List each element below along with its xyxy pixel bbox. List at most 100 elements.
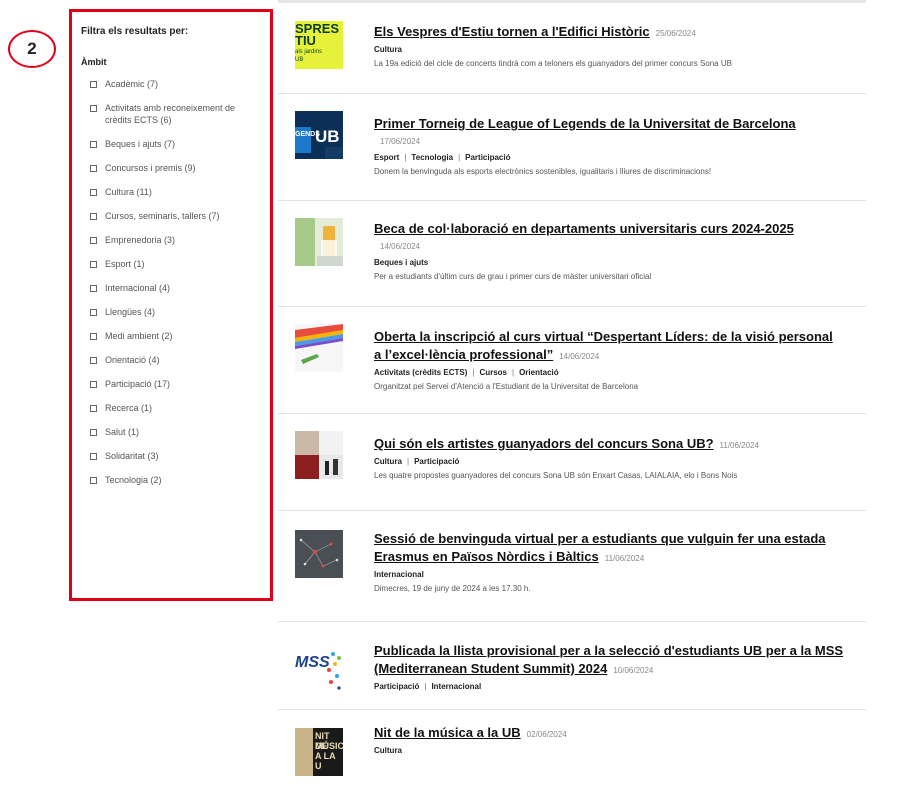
checkbox[interactable] [90,381,97,388]
news-title[interactable]: Els Vespres d'Estiu tornen a l'Edifici H… [374,24,650,39]
checkbox[interactable] [90,309,97,316]
news-tag[interactable]: Cultura [374,457,402,466]
news-tag[interactable]: Cultura [374,45,402,54]
tag-separator: | [458,153,461,162]
checkbox[interactable] [90,357,97,364]
news-date: 14/06/2024 [380,242,421,251]
news-title-link[interactable]: Primer Torneig de League of Legends de l… [374,116,796,131]
news-tag[interactable]: Participació [374,682,419,691]
news-date: 14/06/2024 [559,352,600,361]
news-thumbnail[interactable] [295,530,343,578]
news-date: 10/06/2024 [613,666,654,675]
news-tag[interactable]: Esport [374,153,399,162]
thumb-side-panel [295,728,313,776]
news-title-link[interactable]: Qui són els artistes guanyadors del conc… [374,436,714,451]
filter-option-label: Medi ambient (2) [105,331,173,341]
filter-option[interactable]: Tecnologia (2) [81,474,262,486]
news-tag[interactable]: Orientació [519,368,559,377]
news-item: NIT DE MÚSICA A LA U Nit de la música a … [278,710,866,790]
checkbox[interactable] [90,477,97,484]
filter-option[interactable]: Cursos, seminaris, tallers (7) [81,210,262,222]
news-thumbnail[interactable] [295,431,343,479]
filter-option[interactable]: Recerca (1) [81,402,262,414]
filter-option[interactable]: Salut (1) [81,426,262,438]
news-tags: Cultura [374,44,866,56]
filter-option[interactable]: Concursos i premis (9) [81,162,262,174]
news-tags: Cultura | Participació [374,456,866,468]
news-date: 11/06/2024 [719,441,759,450]
news-tag[interactable]: Internacional [431,682,481,691]
filter-option-label: Esport (1) [105,259,145,269]
checkbox[interactable] [90,261,97,268]
news-title-link[interactable]: Els Vespres d'Estiu tornen a l'Edifici H… [374,24,650,39]
news-thumbnail[interactable] [295,218,343,266]
checkbox[interactable] [90,237,97,244]
filter-option[interactable]: Activitats amb reconeixement de crèdits … [81,102,262,126]
filter-option[interactable]: Esport (1) [81,258,262,270]
news-item: Sessió de benvinguda virtual per a estud… [278,511,866,622]
news-item: SPRES TIU als jardins UB Els Vespres d'E… [278,3,866,94]
news-date: 25/06/2024 [655,29,696,38]
network-map-image [295,530,343,578]
news-title[interactable]: Beca de col·laboració en departaments un… [374,221,794,236]
tag-separator: | [512,368,515,377]
news-date: 17/06/2024 [380,137,421,146]
checkbox[interactable] [90,285,97,292]
news-thumbnail[interactable]: UB GENDS [295,111,343,159]
news-title[interactable]: Nit de la música a la UB [374,725,521,740]
filter-option[interactable]: Orientació (4) [81,354,262,366]
news-title[interactable]: Oberta la inscripció al curs virtual “De… [374,329,833,362]
filter-option[interactable]: Internacional (4) [81,282,262,294]
filter-option[interactable]: Cultura (11) [81,186,262,198]
checkbox[interactable] [90,333,97,340]
filter-option[interactable]: Participació (17) [81,378,262,390]
news-title-link[interactable]: Sessió de benvinguda virtual per a estud… [374,531,826,564]
filter-option-label: Salut (1) [105,427,140,437]
news-tag[interactable]: Participació [465,153,510,162]
news-tag[interactable]: Cultura [374,746,402,755]
news-tag[interactable]: Participació [414,457,459,466]
news-tags: Cultura [374,745,866,757]
filter-option-label: Participació (17) [105,379,171,389]
news-thumbnail[interactable]: NIT DE MÚSICA A LA U [295,728,343,776]
news-tag[interactable]: Beques i ajuts [374,258,428,267]
filter-option[interactable]: Acadèmic (7) [81,78,262,90]
thumb-text: A LA U [315,751,336,771]
artists-collage-image [295,431,343,479]
news-tag[interactable]: Tecnologia [411,153,453,162]
news-thumbnail[interactable]: MSS [295,644,343,692]
news-thumbnail[interactable] [295,324,343,372]
checkbox[interactable] [90,165,97,172]
checkbox[interactable] [90,189,97,196]
news-tag[interactable]: Internacional [374,570,424,579]
checkbox[interactable] [90,81,97,88]
filter-option[interactable]: Llengües (4) [81,306,262,318]
news-title[interactable]: Primer Torneig de League of Legends de l… [374,116,796,131]
checkbox[interactable] [90,453,97,460]
filter-option[interactable]: Solidaritat (3) [81,450,262,462]
news-title-link[interactable]: Nit de la música a la UB [374,725,521,740]
news-title[interactable]: Publicada la llista provisional per a la… [374,643,843,676]
filter-option[interactable]: Medi ambient (2) [81,330,262,342]
news-title-link[interactable]: Oberta la inscripció al curs virtual “De… [374,329,833,362]
news-title-link[interactable]: Publicada la llista provisional per a la… [374,643,843,676]
filter-option-label: Solidaritat (3) [105,451,159,461]
checkbox[interactable] [90,213,97,220]
news-tag[interactable]: Cursos [479,368,507,377]
news-tag[interactable]: Activitats (crèdits ECTS) [374,368,467,377]
checkbox[interactable] [90,405,97,412]
news-title[interactable]: Sessió de benvinguda virtual per a estud… [374,531,826,564]
filter-option[interactable]: Emprenedoria (3) [81,234,262,246]
news-tags: Participació | Internacional [374,681,854,693]
news-title-link[interactable]: Beca de col·laboració en departaments un… [374,221,794,236]
filter-panel: Filtra els resultats per: Àmbit Acadèmic… [69,9,273,601]
checkbox[interactable] [90,105,97,112]
news-tags: Internacional [374,569,864,581]
filter-option-label: Recerca (1) [105,403,153,413]
checkbox[interactable] [90,429,97,436]
filter-option[interactable]: Beques i ajuts (7) [81,138,262,150]
news-thumbnail[interactable]: SPRES TIU als jardins UB [295,21,343,69]
checkbox[interactable] [90,141,97,148]
news-title[interactable]: Qui són els artistes guanyadors del conc… [374,436,714,451]
filter-option-label: Beques i ajuts (7) [105,139,176,149]
